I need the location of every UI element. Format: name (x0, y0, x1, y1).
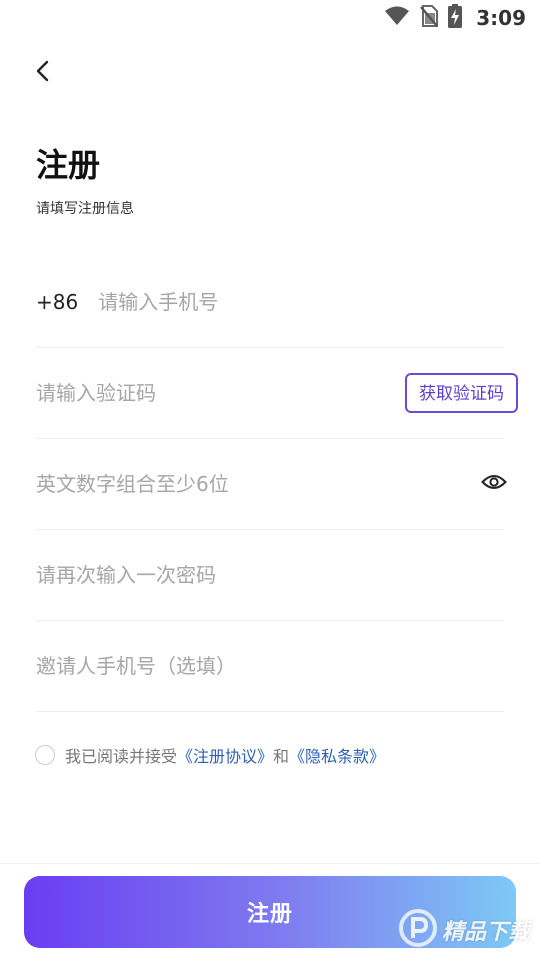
country-code[interactable]: +86 (36, 290, 78, 314)
agreement-connector: 和 (273, 747, 290, 766)
confirm-password-row (36, 530, 504, 621)
get-code-button[interactable]: 获取验证码 (405, 373, 518, 413)
watermark-logo-icon (398, 908, 438, 952)
phone-input[interactable] (98, 282, 504, 322)
page-subtitle: 请填写注册信息 (36, 201, 134, 217)
agreement-checkbox[interactable] (35, 745, 55, 765)
bottom-divider (0, 863, 540, 864)
verification-code-input[interactable] (36, 373, 405, 413)
eye-icon (481, 473, 507, 495)
battery-charging-icon (448, 4, 463, 32)
back-button[interactable] (26, 56, 60, 90)
password-row (36, 439, 507, 530)
wifi-icon (384, 6, 410, 30)
watermark: 精品下载 (398, 908, 530, 952)
page-title: 注册 (36, 146, 101, 184)
privacy-policy-link[interactable]: 《隐私条款》 (289, 743, 385, 767)
agreement-prefix: 我已阅读并接受 (65, 747, 178, 766)
confirm-password-input[interactable] (36, 555, 504, 595)
status-time: 3:09 (476, 6, 526, 30)
status-bar: 3:09 (0, 0, 540, 36)
watermark-text: 精品下载 (441, 920, 530, 945)
register-agreement-link[interactable]: 《注册协议》 (177, 743, 273, 767)
password-visibility-toggle[interactable] (480, 470, 508, 498)
register-form: +86 获取验证码 (36, 257, 518, 712)
phone-row: +86 (36, 257, 504, 348)
back-arrow-icon (34, 59, 52, 87)
password-input[interactable] (36, 464, 480, 504)
inviter-row (36, 621, 504, 712)
no-sim-icon (420, 5, 439, 31)
agreement-row: 我已阅读并接受 《注册协议》 和 《隐私条款》 (35, 743, 385, 767)
inviter-phone-input[interactable] (36, 646, 504, 686)
verification-row: 获取验证码 (36, 348, 518, 439)
